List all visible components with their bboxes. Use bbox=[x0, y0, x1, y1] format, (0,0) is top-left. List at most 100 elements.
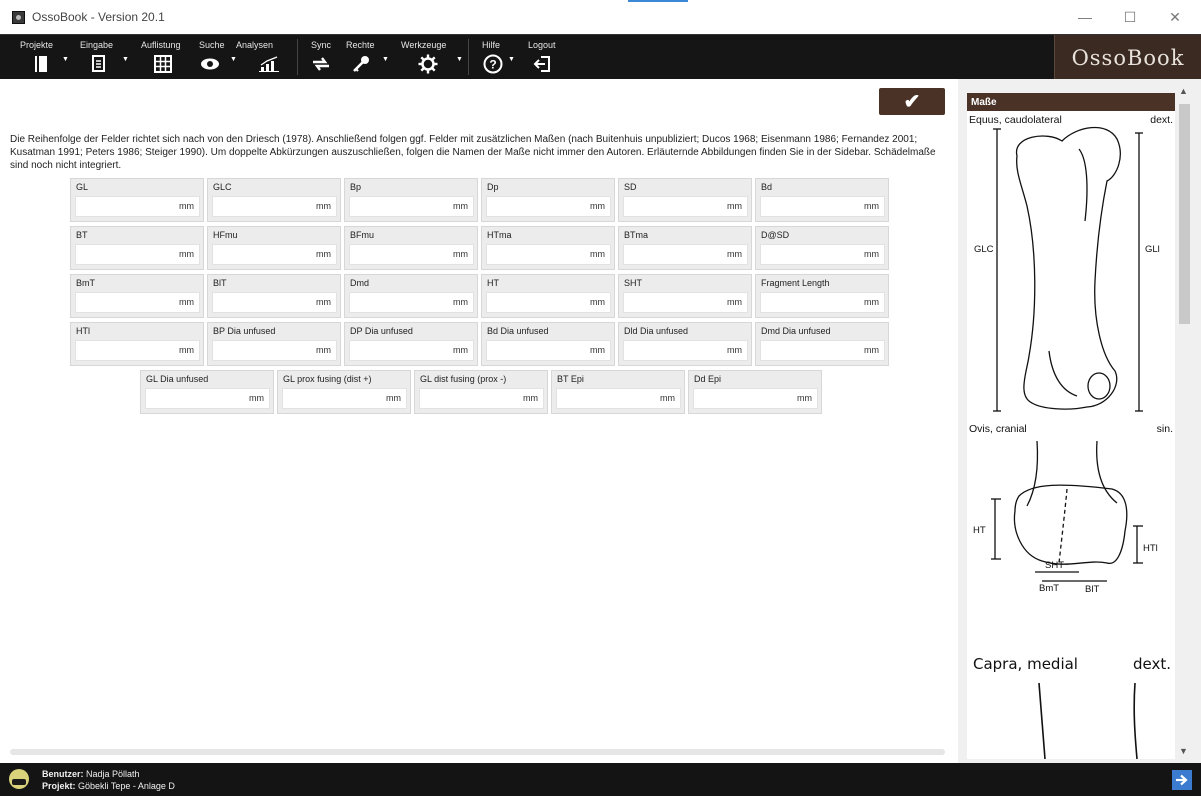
unit-label: mm bbox=[453, 201, 468, 211]
measurement-field: Dmd mm bbox=[344, 274, 478, 318]
measurement-input[interactable]: mm bbox=[75, 340, 200, 361]
measurement-input[interactable]: mm bbox=[349, 244, 474, 265]
bone-diagrams: Equus, caudolateral dext. GLC GLl Ovis, bbox=[969, 114, 1173, 759]
measurement-input[interactable]: mm bbox=[75, 244, 200, 265]
exit-arrow-button[interactable] bbox=[1172, 770, 1192, 790]
toolbar-item-eingabe[interactable]: Eingabe ▼ bbox=[70, 35, 134, 80]
measurement-field: DP Dia unfused mm bbox=[344, 322, 478, 366]
field-label: HTma bbox=[487, 230, 512, 240]
unit-label: mm bbox=[590, 201, 605, 211]
figure-side: dext. bbox=[1150, 114, 1173, 126]
measurement-input[interactable]: mm bbox=[75, 196, 200, 217]
unit-label: mm bbox=[864, 297, 879, 307]
measurement-input[interactable]: mm bbox=[623, 196, 748, 217]
unit-label: mm bbox=[660, 393, 675, 403]
field-label: GL Dia unfused bbox=[146, 374, 209, 384]
measurement-input[interactable]: mm bbox=[760, 292, 885, 313]
field-label: BFmu bbox=[350, 230, 375, 240]
user-label: Benutzer: bbox=[42, 769, 84, 779]
field-label: HT bbox=[487, 278, 499, 288]
table-grid-icon bbox=[152, 54, 174, 74]
measurement-input[interactable]: mm bbox=[212, 292, 337, 313]
measurement-input[interactable]: mm bbox=[212, 340, 337, 361]
measurement-input[interactable]: mm bbox=[623, 244, 748, 265]
measurement-label-blt: BlT bbox=[1085, 584, 1099, 595]
measurement-input[interactable]: mm bbox=[623, 292, 748, 313]
unit-label: mm bbox=[727, 345, 742, 355]
measurement-input[interactable]: mm bbox=[760, 244, 885, 265]
toolbar-item-sync[interactable]: Sync bbox=[300, 35, 340, 80]
measurement-input[interactable]: mm bbox=[623, 340, 748, 361]
measurement-input[interactable]: mm bbox=[349, 340, 474, 361]
confirm-button[interactable]: ✔ bbox=[879, 88, 945, 115]
scroll-down-icon[interactable]: ▼ bbox=[1179, 746, 1188, 756]
measurement-field: BmT mm bbox=[70, 274, 204, 318]
measurement-label-glc: GLC bbox=[974, 244, 994, 255]
toolbar-label: Sync bbox=[311, 40, 332, 50]
sidebar-scrollbar[interactable]: ▲ ▼ bbox=[1175, 84, 1194, 760]
measurement-input[interactable]: mm bbox=[486, 196, 611, 217]
measurement-input[interactable]: mm bbox=[419, 388, 544, 409]
measurement-field: SHT mm bbox=[618, 274, 752, 318]
unit-label: mm bbox=[453, 297, 468, 307]
measurement-label-bmt: BmT bbox=[1039, 583, 1059, 594]
sync-arrows-icon bbox=[310, 54, 332, 74]
toolbar-item-hilfe[interactable]: Hilfe ? ▼ bbox=[472, 35, 522, 80]
measurement-field: Bp mm bbox=[344, 178, 478, 222]
measurement-field: Dld Dia unfused mm bbox=[618, 322, 752, 366]
measurement-input[interactable]: mm bbox=[145, 388, 270, 409]
title-accent bbox=[628, 0, 688, 2]
equus-femur-figure bbox=[993, 126, 1143, 412]
toolbar-item-analysen[interactable]: Analysen bbox=[234, 35, 294, 80]
measurement-field: HT mm bbox=[481, 274, 615, 318]
scrollbar-thumb[interactable] bbox=[1179, 104, 1190, 324]
horizontal-scrollbar[interactable] bbox=[10, 749, 945, 755]
measurement-label-ht: HT bbox=[973, 525, 986, 536]
field-label: Dmd bbox=[350, 278, 370, 288]
measurement-input[interactable]: mm bbox=[282, 388, 407, 409]
measurement-input[interactable]: mm bbox=[75, 292, 200, 313]
toolbar-item-rechte[interactable]: Rechte ▼ bbox=[340, 35, 394, 80]
toolbar-item-auflistung[interactable]: Auflistung bbox=[134, 35, 196, 80]
unit-label: mm bbox=[249, 393, 264, 403]
field-label: GL bbox=[76, 182, 89, 192]
logo-text: OssoBook bbox=[1071, 45, 1185, 70]
scroll-up-icon[interactable]: ▲ bbox=[1179, 86, 1188, 96]
toolbar-item-projekte[interactable]: Projekte ▼ bbox=[0, 35, 70, 80]
toolbar-item-werkzeuge[interactable]: Werkzeuge ▼ bbox=[394, 35, 464, 80]
toolbar-item-logout[interactable]: Logout bbox=[522, 35, 572, 80]
measurement-input[interactable]: mm bbox=[349, 292, 474, 313]
minimize-button[interactable]: — bbox=[1065, 0, 1105, 34]
measurement-input[interactable]: mm bbox=[556, 388, 681, 409]
figure-caption: Capra, medial bbox=[973, 655, 1078, 673]
app-window: OssoBook - Version 20.1 — ☐ ✕ Projekte ▼… bbox=[0, 0, 1201, 796]
measurement-input[interactable]: mm bbox=[760, 340, 885, 361]
close-button[interactable]: ✕ bbox=[1155, 0, 1195, 34]
app-logo-icon bbox=[12, 10, 25, 24]
measurement-input[interactable]: mm bbox=[760, 196, 885, 217]
measurement-field: GL prox fusing (dist +) mm bbox=[277, 370, 411, 414]
measurement-input[interactable]: mm bbox=[212, 196, 337, 217]
chevron-down-icon: ▼ bbox=[508, 56, 515, 63]
field-label: Dd Epi bbox=[694, 374, 722, 384]
measurement-input[interactable]: mm bbox=[349, 196, 474, 217]
measurement-field: Bd Dia unfused mm bbox=[481, 322, 615, 366]
help-icon: ? bbox=[482, 54, 504, 74]
unit-label: mm bbox=[590, 345, 605, 355]
measurement-field: GL dist fusing (prox -) mm bbox=[414, 370, 548, 414]
field-label: DP Dia unfused bbox=[350, 326, 413, 336]
measurement-input[interactable]: mm bbox=[486, 244, 611, 265]
measurement-input[interactable]: mm bbox=[486, 340, 611, 361]
measurement-input[interactable]: mm bbox=[693, 388, 818, 409]
toolbar-divider bbox=[468, 39, 469, 75]
unit-label: mm bbox=[727, 201, 742, 211]
measurement-input[interactable]: mm bbox=[486, 292, 611, 313]
gear-icon bbox=[417, 54, 439, 74]
measurement-field: BT mm bbox=[70, 226, 204, 270]
measurement-field: BTma mm bbox=[618, 226, 752, 270]
maximize-button[interactable]: ☐ bbox=[1110, 0, 1150, 34]
measurement-input[interactable]: mm bbox=[212, 244, 337, 265]
field-label: HFmu bbox=[213, 230, 238, 240]
measurement-field: BP Dia unfused mm bbox=[207, 322, 341, 366]
measurement-field: GL Dia unfused mm bbox=[140, 370, 274, 414]
